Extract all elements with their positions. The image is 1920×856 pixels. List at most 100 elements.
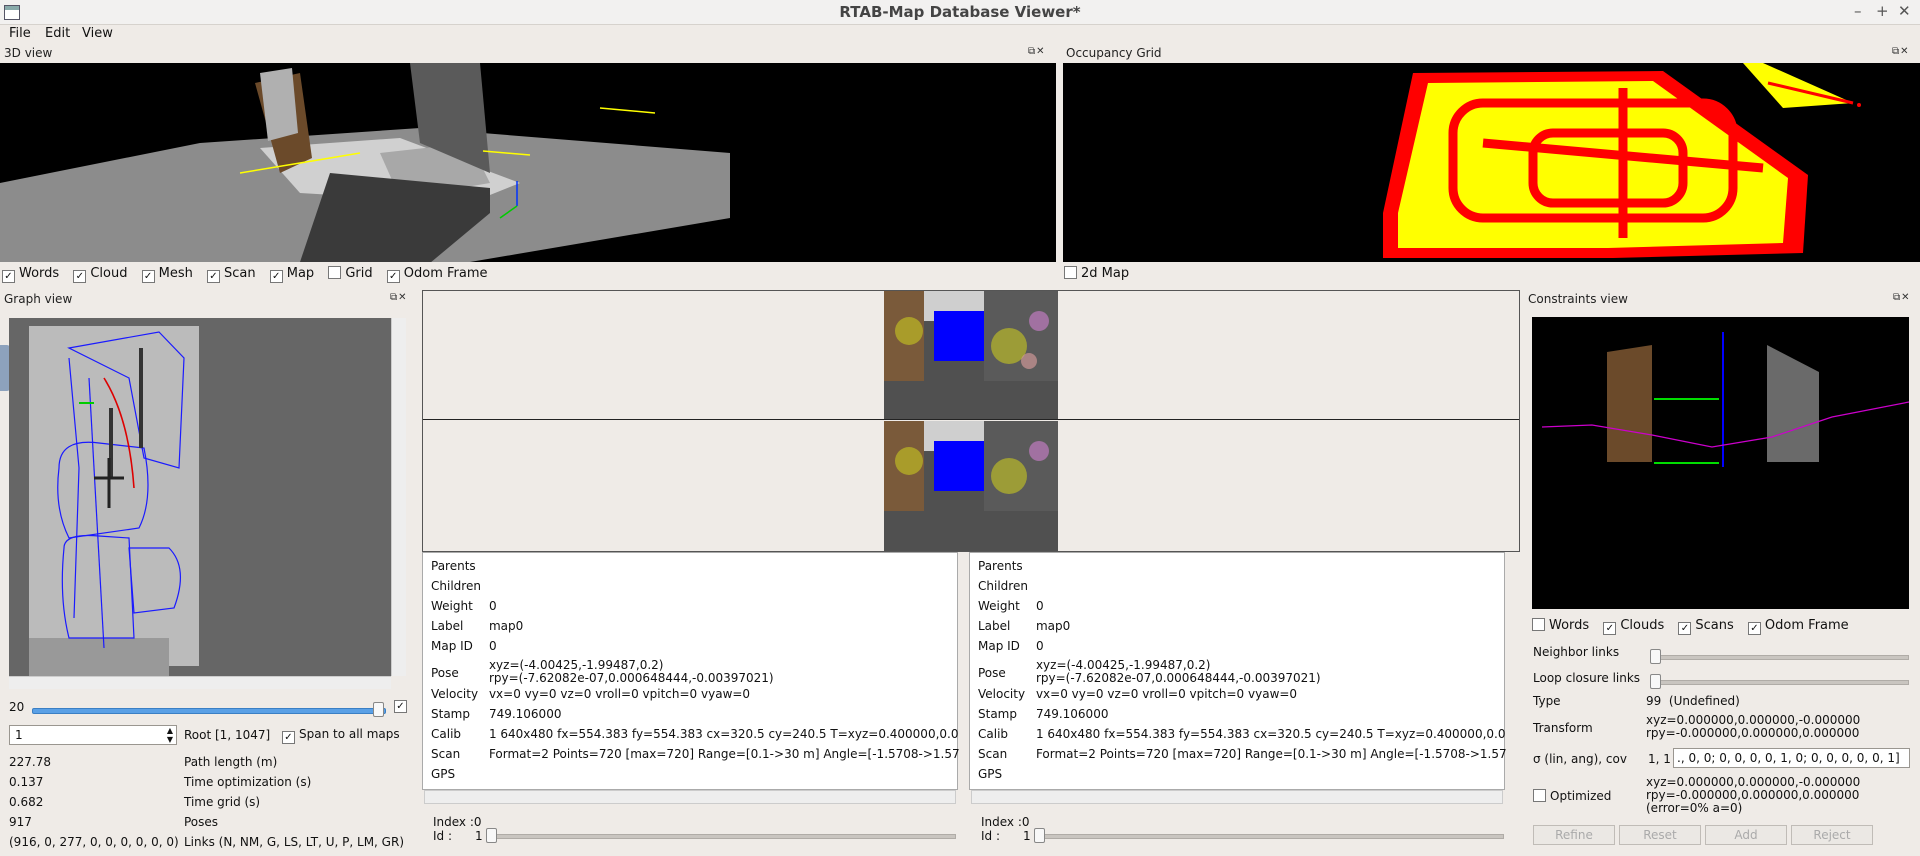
dock-buttons-graph[interactable]: ⧉✕ bbox=[390, 292, 408, 303]
check-c-scans[interactable]: ✓ Scans bbox=[1678, 618, 1734, 635]
checkbox-odom-frame[interactable]: ✓ bbox=[386, 270, 400, 283]
label-c-odom-frame: Odom Frame bbox=[1764, 618, 1849, 633]
3d-view-options: ✓ Words ✓ Cloud ✓ Mesh ✓ Scan ✓ Map Grid ✓ Odo… bbox=[2, 266, 498, 283]
checkbox-scan[interactable]: ✓ bbox=[206, 270, 220, 283]
checkbox-c-scans[interactable]: ✓ bbox=[1678, 622, 1692, 635]
check-c-clouds[interactable]: ✓ Clouds bbox=[1603, 618, 1664, 635]
check-odom-frame[interactable]: ✓ Odom Frame bbox=[386, 266, 488, 283]
id-right-slider-handle[interactable] bbox=[1034, 828, 1045, 843]
graph-hscroll[interactable] bbox=[9, 676, 391, 689]
info-value bbox=[481, 767, 960, 787]
dock-buttons-constraints[interactable]: ⧉✕ bbox=[1893, 292, 1911, 303]
check-scan[interactable]: ✓ Scan bbox=[206, 266, 256, 283]
graph-slider-checkbox[interactable]: ✓ bbox=[394, 700, 407, 713]
dock-buttons-occupancy[interactable]: ⧉✕ bbox=[1892, 46, 1910, 57]
loop-closure-slider[interactable] bbox=[1652, 680, 1909, 685]
graph-map bbox=[29, 326, 199, 676]
checkbox-2d-map[interactable] bbox=[1064, 266, 1077, 279]
type-value: 99 (Undefined) bbox=[1646, 694, 1740, 708]
index-left-label: Index :0 bbox=[433, 815, 482, 829]
id-left-slider[interactable] bbox=[490, 834, 956, 839]
graph-slider-handle[interactable] bbox=[373, 702, 384, 717]
graph-canvas[interactable] bbox=[9, 318, 391, 676]
info-value: 1 640x480 fx=554.383 fy=554.383 cx=320.5… bbox=[488, 727, 959, 741]
stat-label-time-optimization: Time optimization (s) bbox=[184, 775, 312, 789]
id-right-slider[interactable] bbox=[1038, 834, 1504, 839]
checkbox-mesh[interactable]: ✓ bbox=[141, 270, 155, 283]
stat-label-time-grid: Time grid (s) bbox=[184, 795, 261, 809]
info-key: Map ID bbox=[978, 639, 1020, 653]
constraints-options: Words ✓ Clouds ✓ Scans ✓ Odom Frame bbox=[1532, 618, 1859, 635]
check-c-odom-frame[interactable]: ✓ Odom Frame bbox=[1747, 618, 1849, 635]
root-label: Root [1, 1047] bbox=[184, 728, 271, 742]
info-key: Calib bbox=[431, 727, 462, 741]
graph-slider[interactable] bbox=[32, 708, 386, 714]
spin-arrows-icon[interactable]: ▲ ▼ bbox=[167, 726, 173, 744]
id-right-value: 1 bbox=[1023, 829, 1031, 843]
stat-label-links: Links (N, NM, G, LS, LT, U, P, LM, GR) bbox=[184, 835, 405, 849]
id-left-slider-handle[interactable] bbox=[486, 828, 497, 843]
info-left-hscroll[interactable] bbox=[424, 790, 956, 804]
info-value: rpy=(-7.62082e-07,0.000648444,-0.0039702… bbox=[488, 671, 774, 685]
optimized-check[interactable]: Optimized bbox=[1533, 789, 1611, 803]
transform-rpy: rpy=-0.000000,0.000000,0.000000 bbox=[1646, 726, 1860, 740]
close-button[interactable]: ✕ bbox=[1898, 2, 1911, 20]
checkbox-c-clouds[interactable]: ✓ bbox=[1603, 622, 1617, 635]
neighbor-links-handle[interactable] bbox=[1650, 649, 1661, 664]
menu-view[interactable]: View bbox=[82, 26, 113, 41]
info-value bbox=[1028, 559, 1507, 579]
stat-label-path-length: Path length (m) bbox=[184, 755, 278, 769]
constraints-scene bbox=[1541, 332, 1910, 467]
info-value bbox=[481, 579, 960, 599]
occupancy-map bbox=[1383, 63, 1861, 258]
minimize-button[interactable]: – bbox=[1854, 2, 1862, 20]
checkbox-optimized[interactable] bbox=[1533, 789, 1546, 802]
type-label: Type bbox=[1533, 694, 1561, 708]
check-words[interactable]: ✓ Words bbox=[2, 266, 60, 283]
covariance-field[interactable]: ., 0, 0; 0, 0, 0, 0, 1, 0; 0, 0, 0, 0, 0… bbox=[1673, 748, 1910, 768]
check-grid[interactable]: Grid bbox=[328, 266, 373, 281]
transform-value: xyz=0.000000,0.000000,-0.000000 rpy=-0.0… bbox=[1646, 714, 1860, 740]
checkbox-words[interactable]: ✓ bbox=[2, 270, 15, 283]
id-spinbox[interactable]: 1 ▲ ▼ bbox=[9, 725, 177, 745]
graph-vscroll[interactable] bbox=[391, 318, 406, 676]
checkbox-c-odom-frame[interactable]: ✓ bbox=[1747, 622, 1761, 635]
add-button[interactable]: Add bbox=[1705, 825, 1787, 845]
checkbox-cloud[interactable]: ✓ bbox=[73, 270, 87, 283]
checkbox-grid[interactable] bbox=[328, 266, 342, 279]
check-c-words[interactable]: Words bbox=[1532, 618, 1589, 633]
reject-button[interactable]: Reject bbox=[1791, 825, 1873, 845]
check-mesh[interactable]: ✓ Mesh bbox=[141, 266, 193, 283]
checkbox-map[interactable]: ✓ bbox=[269, 270, 283, 283]
menu-file[interactable]: File bbox=[9, 26, 31, 41]
camera-images[interactable] bbox=[884, 291, 1058, 551]
occupancy-viewport[interactable] bbox=[1063, 63, 1920, 262]
menu-edit[interactable]: Edit bbox=[45, 26, 70, 41]
label-cloud: Cloud bbox=[90, 266, 128, 281]
info-value bbox=[481, 559, 960, 579]
info-right-hscroll[interactable] bbox=[971, 790, 1503, 804]
maximize-button[interactable]: + bbox=[1876, 2, 1889, 20]
check-2d-map[interactable]: 2d Map bbox=[1064, 266, 1129, 281]
check-cloud[interactable]: ✓ Cloud bbox=[73, 266, 128, 283]
span-all-maps[interactable]: ✓ Span to all maps bbox=[282, 727, 400, 744]
node-info-left: Parents Children Weight 0 Label map0 Map I… bbox=[422, 552, 960, 790]
loop-closure-handle[interactable] bbox=[1650, 674, 1661, 689]
check-map[interactable]: ✓ Map bbox=[269, 266, 314, 283]
checkbox-span[interactable]: ✓ bbox=[282, 731, 295, 744]
info-value bbox=[1028, 579, 1507, 599]
dock-buttons-3d[interactable]: ⧉✕ bbox=[1028, 46, 1046, 57]
reset-button[interactable]: Reset bbox=[1619, 825, 1701, 845]
info-table-right: Parents Children Weight 0 Label map0 Map I… bbox=[970, 559, 1507, 787]
neighbor-links-slider[interactable] bbox=[1652, 655, 1909, 660]
stat-time-optimization: 0.137 bbox=[9, 775, 44, 789]
info-value: map0 bbox=[488, 619, 524, 633]
constraints-viewport[interactable] bbox=[1532, 317, 1910, 609]
info-value: 749.106000 bbox=[488, 707, 562, 721]
label-words: Words bbox=[19, 266, 60, 281]
dock-title-graph-view: Graph view bbox=[4, 292, 73, 306]
index-right-label: Index :0 bbox=[981, 815, 1030, 829]
3d-viewport[interactable] bbox=[0, 63, 1056, 263]
checkbox-c-words[interactable] bbox=[1532, 618, 1545, 631]
refine-button[interactable]: Refine bbox=[1533, 825, 1615, 845]
